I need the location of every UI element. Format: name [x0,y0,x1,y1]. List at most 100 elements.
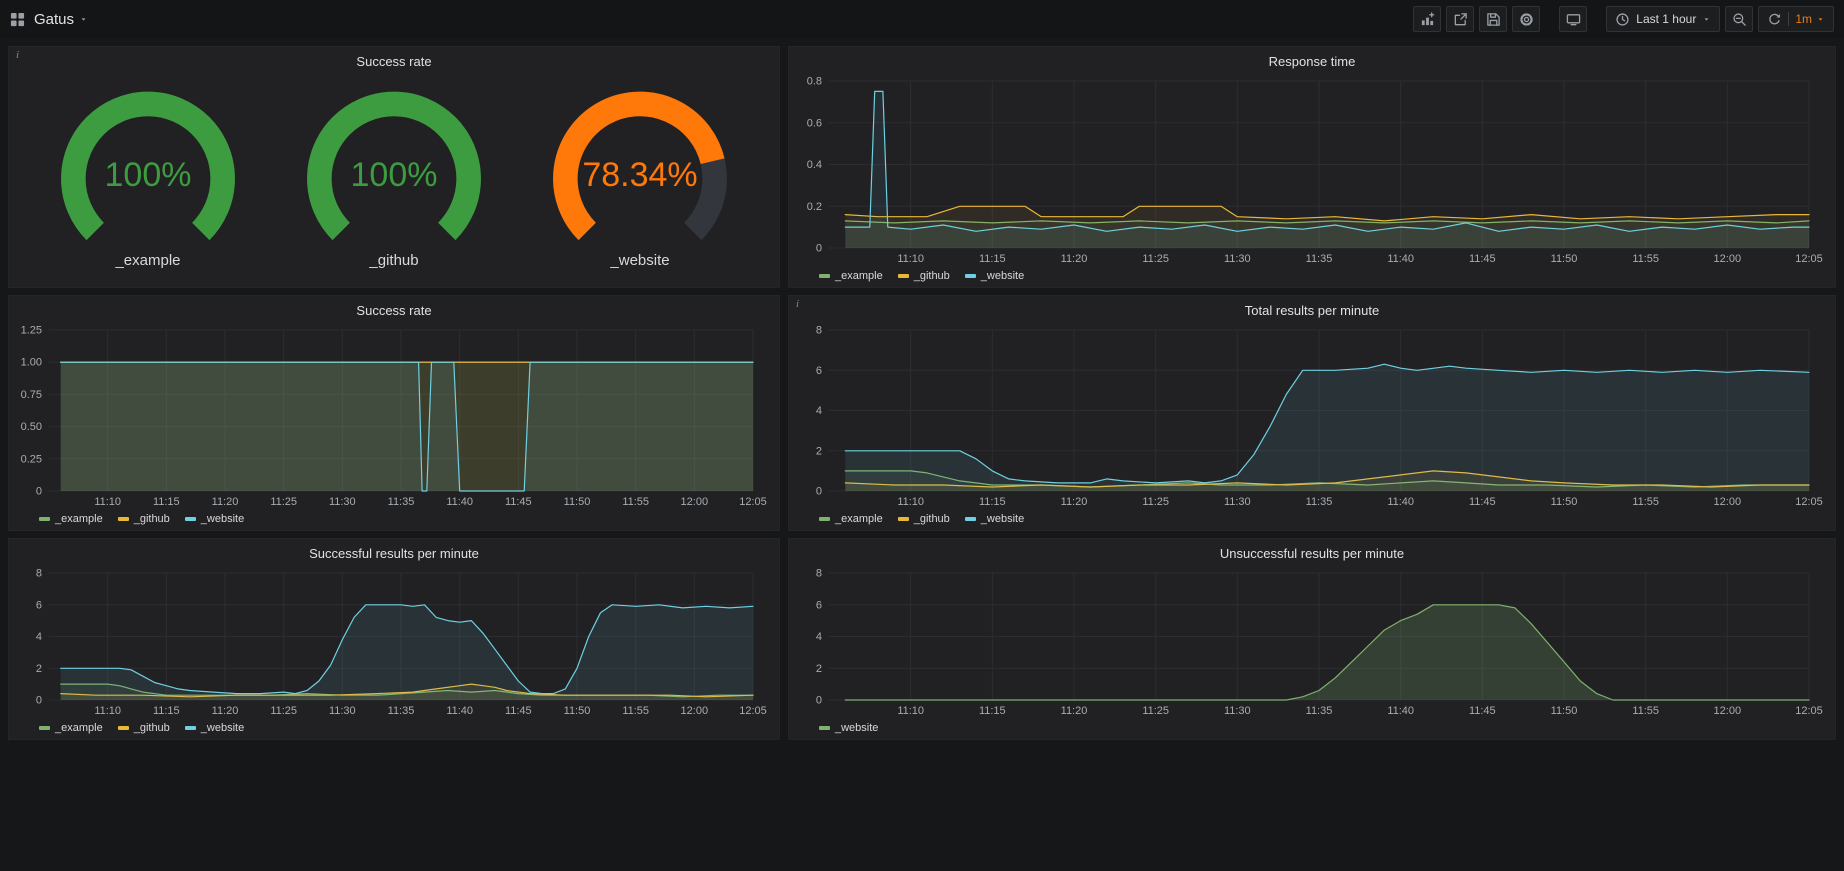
legend-item-github[interactable]: _github [118,722,170,734]
add-panel-icon [1420,12,1435,27]
svg-text:11:50: 11:50 [564,496,591,508]
legend-item-website[interactable]: _website [965,270,1024,282]
gauge-value: 100% [276,156,512,195]
svg-text:11:50: 11:50 [1551,253,1578,265]
save-icon [1486,12,1501,27]
svg-text:11:30: 11:30 [1224,496,1251,508]
svg-text:0.25: 0.25 [21,453,42,465]
time-range-picker[interactable]: Last 1 hour [1606,6,1720,32]
chart-area: 11:1011:1511:2011:2511:3011:3511:4011:45… [19,565,769,719]
svg-text:11:10: 11:10 [94,496,121,508]
caret-down-icon [79,15,88,24]
legend-item-website[interactable]: _website [185,513,244,525]
legend-item-github[interactable]: _github [898,270,950,282]
legend-item-website[interactable]: _website [185,722,244,734]
svg-text:11:55: 11:55 [622,705,649,717]
gauge-value: 78.34% [522,156,758,195]
svg-text:12:00: 12:00 [1714,496,1742,508]
svg-text:0.6: 0.6 [807,117,822,129]
unsuccessful-results-chart[interactable]: 11:1011:1511:2011:2511:3011:3511:4011:45… [799,565,1825,719]
svg-text:11:35: 11:35 [1306,253,1333,265]
series-color-swatch [898,517,909,521]
legend-item-github[interactable]: _github [118,513,170,525]
refresh-icon [1767,12,1782,27]
svg-text:11:15: 11:15 [979,496,1006,508]
svg-text:11:10: 11:10 [897,496,924,508]
legend-item-example[interactable]: _example [39,513,103,525]
zoom-out-icon [1732,12,1747,27]
series-color-swatch [819,726,830,730]
series-color-swatch [819,274,830,278]
legend-item-example[interactable]: _example [819,513,883,525]
panel-title[interactable]: Response time [799,51,1825,73]
svg-text:0: 0 [36,695,42,707]
successful-results-chart[interactable]: 11:1011:1511:2011:2511:3011:3511:4011:45… [19,565,769,719]
response-time-chart[interactable]: 11:1011:1511:2011:2511:3011:3511:4011:45… [799,73,1825,267]
svg-text:4: 4 [816,405,822,417]
svg-text:11:40: 11:40 [446,705,473,717]
save-button[interactable] [1479,6,1507,32]
legend: _example _github _website [19,510,769,527]
refresh-interval-label: 1m [1795,12,1812,26]
svg-text:11:25: 11:25 [1142,496,1169,508]
total-results-chart[interactable]: 11:1011:1511:2011:2511:3011:3511:4011:45… [799,322,1825,510]
legend-series-name: _example [835,513,883,525]
panel-unsuccessful-results: Unsuccessful results per minute 11:1011:… [788,538,1836,740]
svg-text:12:05: 12:05 [1795,496,1823,508]
legend-item-example[interactable]: _example [39,722,103,734]
dashboard-title: Gatus [34,11,74,28]
svg-text:11:45: 11:45 [1469,705,1496,717]
legend-series-name: _website [981,513,1024,525]
legend: _website [799,719,1825,736]
panel-info-icon[interactable]: i [16,49,19,61]
svg-text:0: 0 [816,243,822,255]
legend-item-website[interactable]: _website [819,722,878,734]
svg-text:11:10: 11:10 [897,253,924,265]
legend-series-name: _website [835,722,878,734]
legend-item-example[interactable]: _example [819,270,883,282]
panel-title[interactable]: Unsuccessful results per minute [799,543,1825,565]
svg-text:11:45: 11:45 [1469,253,1496,265]
panel-title[interactable]: Success rate [19,51,769,73]
panel-title[interactable]: Successful results per minute [19,543,769,565]
svg-text:11:45: 11:45 [505,496,532,508]
svg-text:11:15: 11:15 [979,705,1006,717]
legend-series-name: _website [201,513,244,525]
legend: _example _github _website [799,267,1825,284]
series-color-swatch [898,274,909,278]
chart-area: 11:1011:1511:2011:2511:3011:3511:4011:45… [799,565,1825,719]
add-panel-button[interactable] [1413,6,1441,32]
cycle-view-button[interactable] [1559,6,1587,32]
series-color-swatch [965,274,976,278]
svg-text:11:55: 11:55 [1632,705,1659,717]
success-rate-chart[interactable]: 11:1011:1511:2011:2511:3011:3511:4011:45… [19,322,769,510]
legend-series-name: _github [914,270,950,282]
refresh-button[interactable]: 1m [1758,6,1834,32]
svg-text:11:40: 11:40 [1387,496,1414,508]
legend-item-github[interactable]: _github [898,513,950,525]
svg-text:0.4: 0.4 [807,159,822,171]
gauge-website: 78.34% _website [522,89,758,269]
svg-text:11:15: 11:15 [153,705,180,717]
share-button[interactable] [1446,6,1474,32]
panel-successful-results: Successful results per minute 11:1011:15… [8,538,780,740]
svg-text:12:05: 12:05 [739,496,767,508]
legend-item-website[interactable]: _website [965,513,1024,525]
gauge-github: 100% _github [276,89,512,269]
caret-down-icon [1702,15,1711,24]
panel-title[interactable]: Success rate [19,300,769,322]
panel-info-icon[interactable]: i [796,298,799,310]
chart-area: 11:1011:1511:2011:2511:3011:3511:4011:45… [799,322,1825,510]
svg-text:11:45: 11:45 [1469,496,1496,508]
time-range-label: Last 1 hour [1636,12,1696,26]
settings-button[interactable] [1512,6,1540,32]
panel-title[interactable]: Total results per minute [799,300,1825,322]
series-color-swatch [118,726,129,730]
dashboard-title-dropdown[interactable]: Gatus [34,11,88,28]
series-color-swatch [39,726,50,730]
zoom-out-button[interactable] [1725,6,1753,32]
svg-text:4: 4 [36,631,42,643]
svg-text:11:40: 11:40 [446,496,473,508]
apps-grid-icon[interactable] [10,12,25,27]
svg-text:12:00: 12:00 [681,705,709,717]
